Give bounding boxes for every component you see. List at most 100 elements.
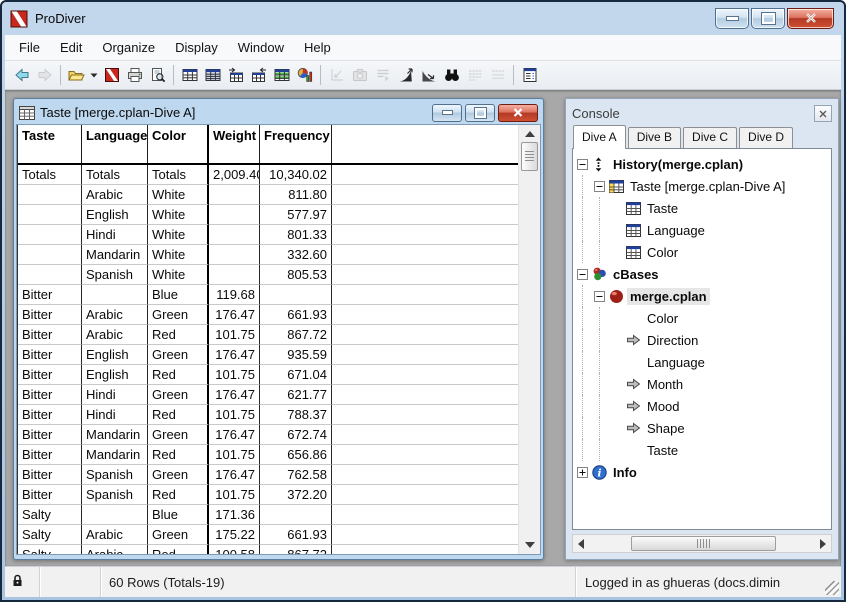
sort-descending-button[interactable]	[417, 64, 440, 86]
table-row[interactable]: BitterMandarinRed101.75656.86	[18, 445, 518, 465]
menu-help[interactable]: Help	[294, 37, 341, 58]
print-button[interactable]	[123, 64, 146, 86]
table-row[interactable]: ArabicWhite811.80	[18, 185, 518, 205]
tree-item-label[interactable]: Shape	[644, 420, 688, 437]
dropdown-caret-button[interactable]	[88, 64, 100, 86]
horizontal-scrollbar[interactable]	[572, 534, 832, 553]
menu-edit[interactable]: Edit	[50, 37, 92, 58]
table-row[interactable]: BitterArabicGreen176.47661.93	[18, 305, 518, 325]
tab-dive-c[interactable]: Dive C	[683, 127, 737, 148]
back-arrow-button[interactable]	[10, 64, 33, 86]
tree-item-label[interactable]: Taste	[644, 442, 681, 459]
dive-close-button[interactable]	[498, 104, 538, 122]
column-header-color[interactable]: Color	[148, 125, 209, 163]
sort-ascending-button[interactable]	[394, 64, 417, 86]
table-row[interactable]: BitterSpanishGreen176.47762.58	[18, 465, 518, 485]
tree-item-label[interactable]: Taste	[644, 200, 681, 217]
tab-dive-b[interactable]: Dive B	[628, 127, 681, 148]
tree-item-shape[interactable]: Shape	[577, 417, 831, 439]
table-row[interactable]: BitterArabicRed101.75867.72	[18, 325, 518, 345]
table-row[interactable]: BitterSpanishRed101.75372.20	[18, 485, 518, 505]
table-row[interactable]: EnglishWhite577.97	[18, 205, 518, 225]
table-row[interactable]: SaltyBlue171.36	[18, 505, 518, 525]
print-preview-button[interactable]	[146, 64, 169, 86]
table-row[interactable]: SaltyArabicRed100.58867.72	[18, 545, 518, 554]
table-dense-button[interactable]	[201, 64, 224, 86]
properties-button[interactable]	[518, 64, 541, 86]
tree-item-label[interactable]: History(merge.cplan)	[610, 156, 746, 173]
tree-item-language[interactable]: Language	[577, 219, 831, 241]
table-row[interactable]: MandarinWhite332.60	[18, 245, 518, 265]
prodiver-flag-button[interactable]	[100, 64, 123, 86]
tree-item-label[interactable]: Color	[644, 310, 681, 327]
expand-minus-icon[interactable]	[594, 291, 605, 302]
menu-display[interactable]: Display	[165, 37, 228, 58]
tree-item-label[interactable]: Mood	[644, 398, 683, 415]
tree-item-mood[interactable]: Mood	[577, 395, 831, 417]
table-row[interactable]: BitterEnglishGreen176.47935.59	[18, 345, 518, 365]
vertical-scrollbar-thumb[interactable]	[521, 142, 538, 171]
expand-minus-icon[interactable]	[577, 269, 588, 280]
tree-item-history-merge-cplan[interactable]: History(merge.cplan)	[577, 153, 831, 175]
tree-item-label[interactable]: Color	[644, 244, 681, 261]
tree-item-label[interactable]: Language	[644, 354, 708, 371]
tree-item-label[interactable]: Direction	[644, 332, 701, 349]
table-plain-button[interactable]	[178, 64, 201, 86]
tree-item-taste[interactable]: Taste	[577, 197, 831, 219]
tree-item-label[interactable]: cBases	[610, 266, 662, 283]
tree-item-taste-merge-cplan-dive-a[interactable]: Taste [merge.cplan-Dive A]	[577, 175, 831, 197]
tree-item-label[interactable]: Month	[644, 376, 686, 393]
menu-organize[interactable]: Organize	[92, 37, 165, 58]
vertical-scrollbar[interactable]	[518, 125, 540, 554]
table-row[interactable]: SpanishWhite805.53	[18, 265, 518, 285]
column-header-weight[interactable]: Weight	[209, 125, 260, 163]
table-row[interactable]: TotalsTotalsTotals2,009.4010,340.02	[18, 165, 518, 185]
tree-item-cbases[interactable]: cBases	[577, 263, 831, 285]
close-button[interactable]	[787, 8, 834, 29]
table-row[interactable]: BitterEnglishRed101.75671.04	[18, 365, 518, 385]
tab-dive-d[interactable]: Dive D	[739, 127, 793, 148]
titlebar[interactable]: ProDiver	[2, 2, 844, 35]
column-header-taste[interactable]: Taste	[18, 125, 82, 163]
table-row[interactable]: BitterBlue119.68	[18, 285, 518, 305]
scroll-down-icon[interactable]	[525, 542, 535, 548]
open-folder-button[interactable]	[65, 64, 88, 86]
table-row[interactable]: BitterHindiRed101.75788.37	[18, 405, 518, 425]
scroll-right-icon[interactable]	[820, 539, 826, 549]
tree-item-info[interactable]: iInfo	[577, 461, 831, 483]
charts-button[interactable]	[293, 64, 316, 86]
table-row[interactable]: BitterMandarinGreen176.47672.74	[18, 425, 518, 445]
table-colored-button[interactable]	[270, 64, 293, 86]
table-insert-right-button[interactable]	[247, 64, 270, 86]
expand-minus-icon[interactable]	[577, 159, 588, 170]
scroll-left-icon[interactable]	[578, 539, 584, 549]
tree-item-label[interactable]: Info	[610, 464, 640, 481]
tree-item-direction[interactable]: Direction	[577, 329, 831, 351]
console-close-button[interactable]	[814, 105, 832, 122]
scroll-up-icon[interactable]	[525, 131, 535, 137]
tree-item-label[interactable]: Language	[644, 222, 708, 239]
dive-maximize-button[interactable]	[465, 104, 495, 122]
tree-item-taste[interactable]: Taste	[577, 439, 831, 461]
horizontal-scrollbar-thumb[interactable]	[631, 536, 776, 551]
menu-file[interactable]: File	[9, 37, 50, 58]
tree-item-language[interactable]: Language	[577, 351, 831, 373]
tree-item-label[interactable]: merge.cplan	[627, 288, 710, 305]
table-row[interactable]: SaltyArabicGreen175.22661.93	[18, 525, 518, 545]
find-binoculars-button[interactable]	[440, 64, 463, 86]
dive-minimize-button[interactable]	[432, 104, 462, 122]
tab-dive-a[interactable]: Dive A	[573, 125, 626, 149]
tree-item-color[interactable]: Color	[577, 241, 831, 263]
table-row[interactable]: BitterHindiGreen176.47621.77	[18, 385, 518, 405]
table-insert-left-button[interactable]	[224, 64, 247, 86]
expand-plus-icon[interactable]	[577, 467, 588, 478]
column-header-language[interactable]: Language	[82, 125, 148, 163]
tree-item-label[interactable]: Taste [merge.cplan-Dive A]	[627, 178, 788, 195]
tree-item-color[interactable]: Color	[577, 307, 831, 329]
column-header-frequency[interactable]: Frequency	[260, 125, 332, 163]
maximize-button[interactable]	[751, 8, 785, 29]
tree-item-merge-cplan[interactable]: merge.cplan	[577, 285, 831, 307]
table-row[interactable]: HindiWhite801.33	[18, 225, 518, 245]
menu-window[interactable]: Window	[228, 37, 294, 58]
dive-window-titlebar[interactable]: Taste [merge.cplan-Dive A]	[16, 101, 541, 124]
